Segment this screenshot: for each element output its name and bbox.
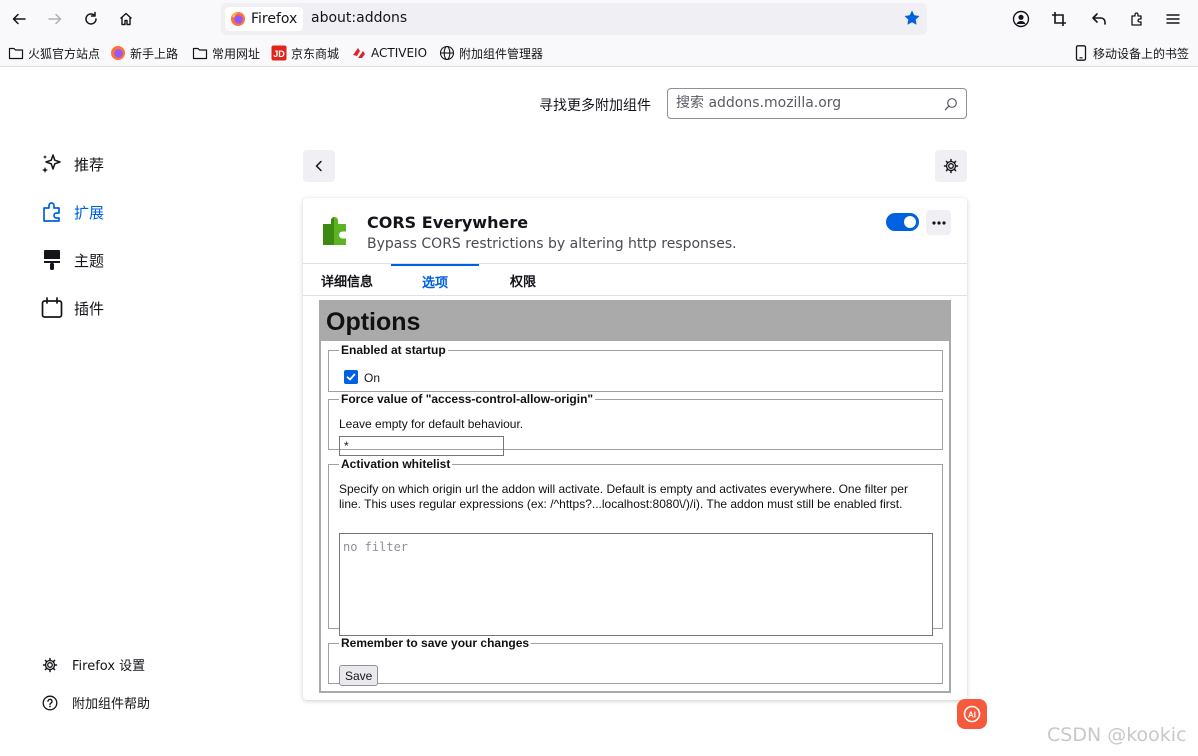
screenshot-icon[interactable] <box>1045 5 1073 33</box>
tools-gear-button[interactable] <box>935 150 967 182</box>
bookmark-item[interactable]: 新手上路 <box>110 44 178 62</box>
whitelist-fieldset: Activation whitelist Specify on which or… <box>328 457 943 636</box>
home-icon[interactable] <box>112 5 140 33</box>
addons-help-link[interactable]: 附加组件帮助 <box>42 693 150 712</box>
plugin-icon <box>40 296 64 320</box>
category-label: 扩展 <box>74 203 105 222</box>
bookmark-label: 新手上路 <box>130 46 179 61</box>
amo-search-box[interactable] <box>667 88 967 119</box>
addon-tabs: 详细信息 选项 权限 <box>303 263 967 296</box>
find-more-label: 寻找更多附加组件 <box>539 98 651 114</box>
folder-icon <box>8 45 24 61</box>
addon-description: Bypass CORS restrictions by altering htt… <box>367 236 737 252</box>
firefox-icon <box>110 45 126 61</box>
addon-enable-toggle[interactable] <box>886 213 919 231</box>
acao-hint: Leave empty for default behaviour. <box>339 417 524 431</box>
more-icon <box>931 220 946 225</box>
jd-icon: JD <box>271 45 287 61</box>
options-page: Options Enabled at startup On Force valu… <box>319 300 951 693</box>
bookmark-item[interactable]: 常用网址 <box>192 44 260 62</box>
firefox-settings-link[interactable]: Firefox 设置 <box>42 655 145 674</box>
bookmark-label: ACTIVEIO <box>371 46 428 60</box>
addon-card: CORS Everywhere Bypass CORS restrictions… <box>303 198 967 700</box>
mobile-icon <box>1073 45 1089 61</box>
footer-label: 附加组件帮助 <box>72 697 151 712</box>
brush-icon <box>40 248 64 272</box>
acao-fieldset: Force value of "access-control-allow-ori… <box>328 392 943 456</box>
search-icon <box>944 97 958 111</box>
save-button[interactable]: Save <box>339 665 379 686</box>
options-title: Options <box>321 302 949 341</box>
bookmark-item[interactable]: ACTIVEIO <box>351 44 427 62</box>
category-label: 主题 <box>74 251 105 270</box>
mobile-bookmarks[interactable]: 移动设备上的书签 <box>1073 44 1189 62</box>
reload-icon[interactable] <box>77 5 105 33</box>
folder-icon <box>192 45 208 61</box>
save-fieldset: Remember to save your changes Save <box>328 636 943 686</box>
toggle-knob <box>904 216 916 228</box>
gear-icon <box>42 657 58 673</box>
save-legend: Remember to save your changes <box>341 636 530 650</box>
footer-label: Firefox 设置 <box>72 659 146 674</box>
forward-icon[interactable] <box>41 5 69 33</box>
tab-options[interactable]: 选项 <box>391 264 479 296</box>
bookmark-item[interactable]: 附加组件管理器 <box>439 44 543 62</box>
category-themes[interactable]: 主题 <box>40 246 104 274</box>
bookmark-label: 火狐官方站点 <box>28 46 101 61</box>
bookmarks-toolbar: 火狐官方站点 新手上路 常用网址 JD 京东商城 ACTIVEIO 附加组件管理… <box>0 38 1198 67</box>
bookmark-item[interactable]: JD 京东商城 <box>271 44 339 62</box>
gear-icon <box>943 158 959 174</box>
globe-icon <box>439 45 455 61</box>
menu-icon[interactable] <box>1159 5 1187 33</box>
startup-checkbox-label: On <box>364 371 381 385</box>
browser-toolbar: Firefox about:addons <box>0 0 1198 38</box>
chevron-left-icon <box>313 160 325 172</box>
category-plugins[interactable]: 插件 <box>40 294 104 322</box>
whitelist-hint: Specify on which origin url the addon wi… <box>339 482 908 511</box>
whitelist-legend: Activation whitelist <box>341 457 451 471</box>
amo-search-input[interactable] <box>676 95 936 111</box>
puzzle-icon <box>40 200 64 224</box>
url-text[interactable]: about:addons <box>311 10 407 26</box>
bookmark-label: 附加组件管理器 <box>459 46 544 61</box>
watermark: CSDN @kookic <box>1047 724 1187 746</box>
bookmark-label: 移动设备上的书签 <box>1093 46 1190 61</box>
category-label: 推荐 <box>74 155 105 174</box>
url-bar[interactable]: Firefox about:addons <box>221 3 927 35</box>
svg-text:AI: AI <box>968 710 976 719</box>
bookmark-label: 常用网址 <box>212 46 261 61</box>
tab-permissions[interactable]: 权限 <box>479 264 567 296</box>
acao-legend: Force value of "access-control-allow-ori… <box>341 392 594 406</box>
acao-input[interactable]: * <box>339 436 504 456</box>
tab-title: Firefox <box>251 11 298 27</box>
category-extensions[interactable]: 扩展 <box>40 198 104 226</box>
help-icon <box>42 695 58 711</box>
back-icon[interactable] <box>5 5 33 33</box>
more-options-button[interactable] <box>926 210 951 235</box>
bookmark-item[interactable]: 火狐官方站点 <box>8 44 100 62</box>
category-recommended[interactable]: 推荐 <box>40 150 104 178</box>
back-button[interactable] <box>303 150 335 182</box>
startup-checkbox[interactable] <box>344 370 358 384</box>
undo-icon[interactable] <box>1085 5 1113 33</box>
star-icon[interactable] <box>903 9 921 27</box>
account-icon[interactable] <box>1007 5 1035 33</box>
addon-puzzle-icon <box>321 214 351 246</box>
identity-box[interactable]: Firefox <box>225 7 304 31</box>
firefox-icon <box>230 11 246 27</box>
extensions-icon[interactable] <box>1123 5 1151 33</box>
activeio-icon <box>351 45 367 61</box>
svg-text:JD: JD <box>273 49 285 59</box>
addon-name: CORS Everywhere <box>367 213 529 232</box>
startup-legend: Enabled at startup <box>341 343 446 357</box>
whitelist-textarea[interactable] <box>339 533 933 636</box>
category-label: 插件 <box>74 299 105 318</box>
sparkle-icon <box>40 152 64 176</box>
bookmark-label: 京东商城 <box>291 46 340 61</box>
tab-details[interactable]: 详细信息 <box>303 264 391 296</box>
ai-assistant-icon[interactable]: AI <box>957 699 987 729</box>
startup-fieldset: Enabled at startup On <box>328 343 943 392</box>
